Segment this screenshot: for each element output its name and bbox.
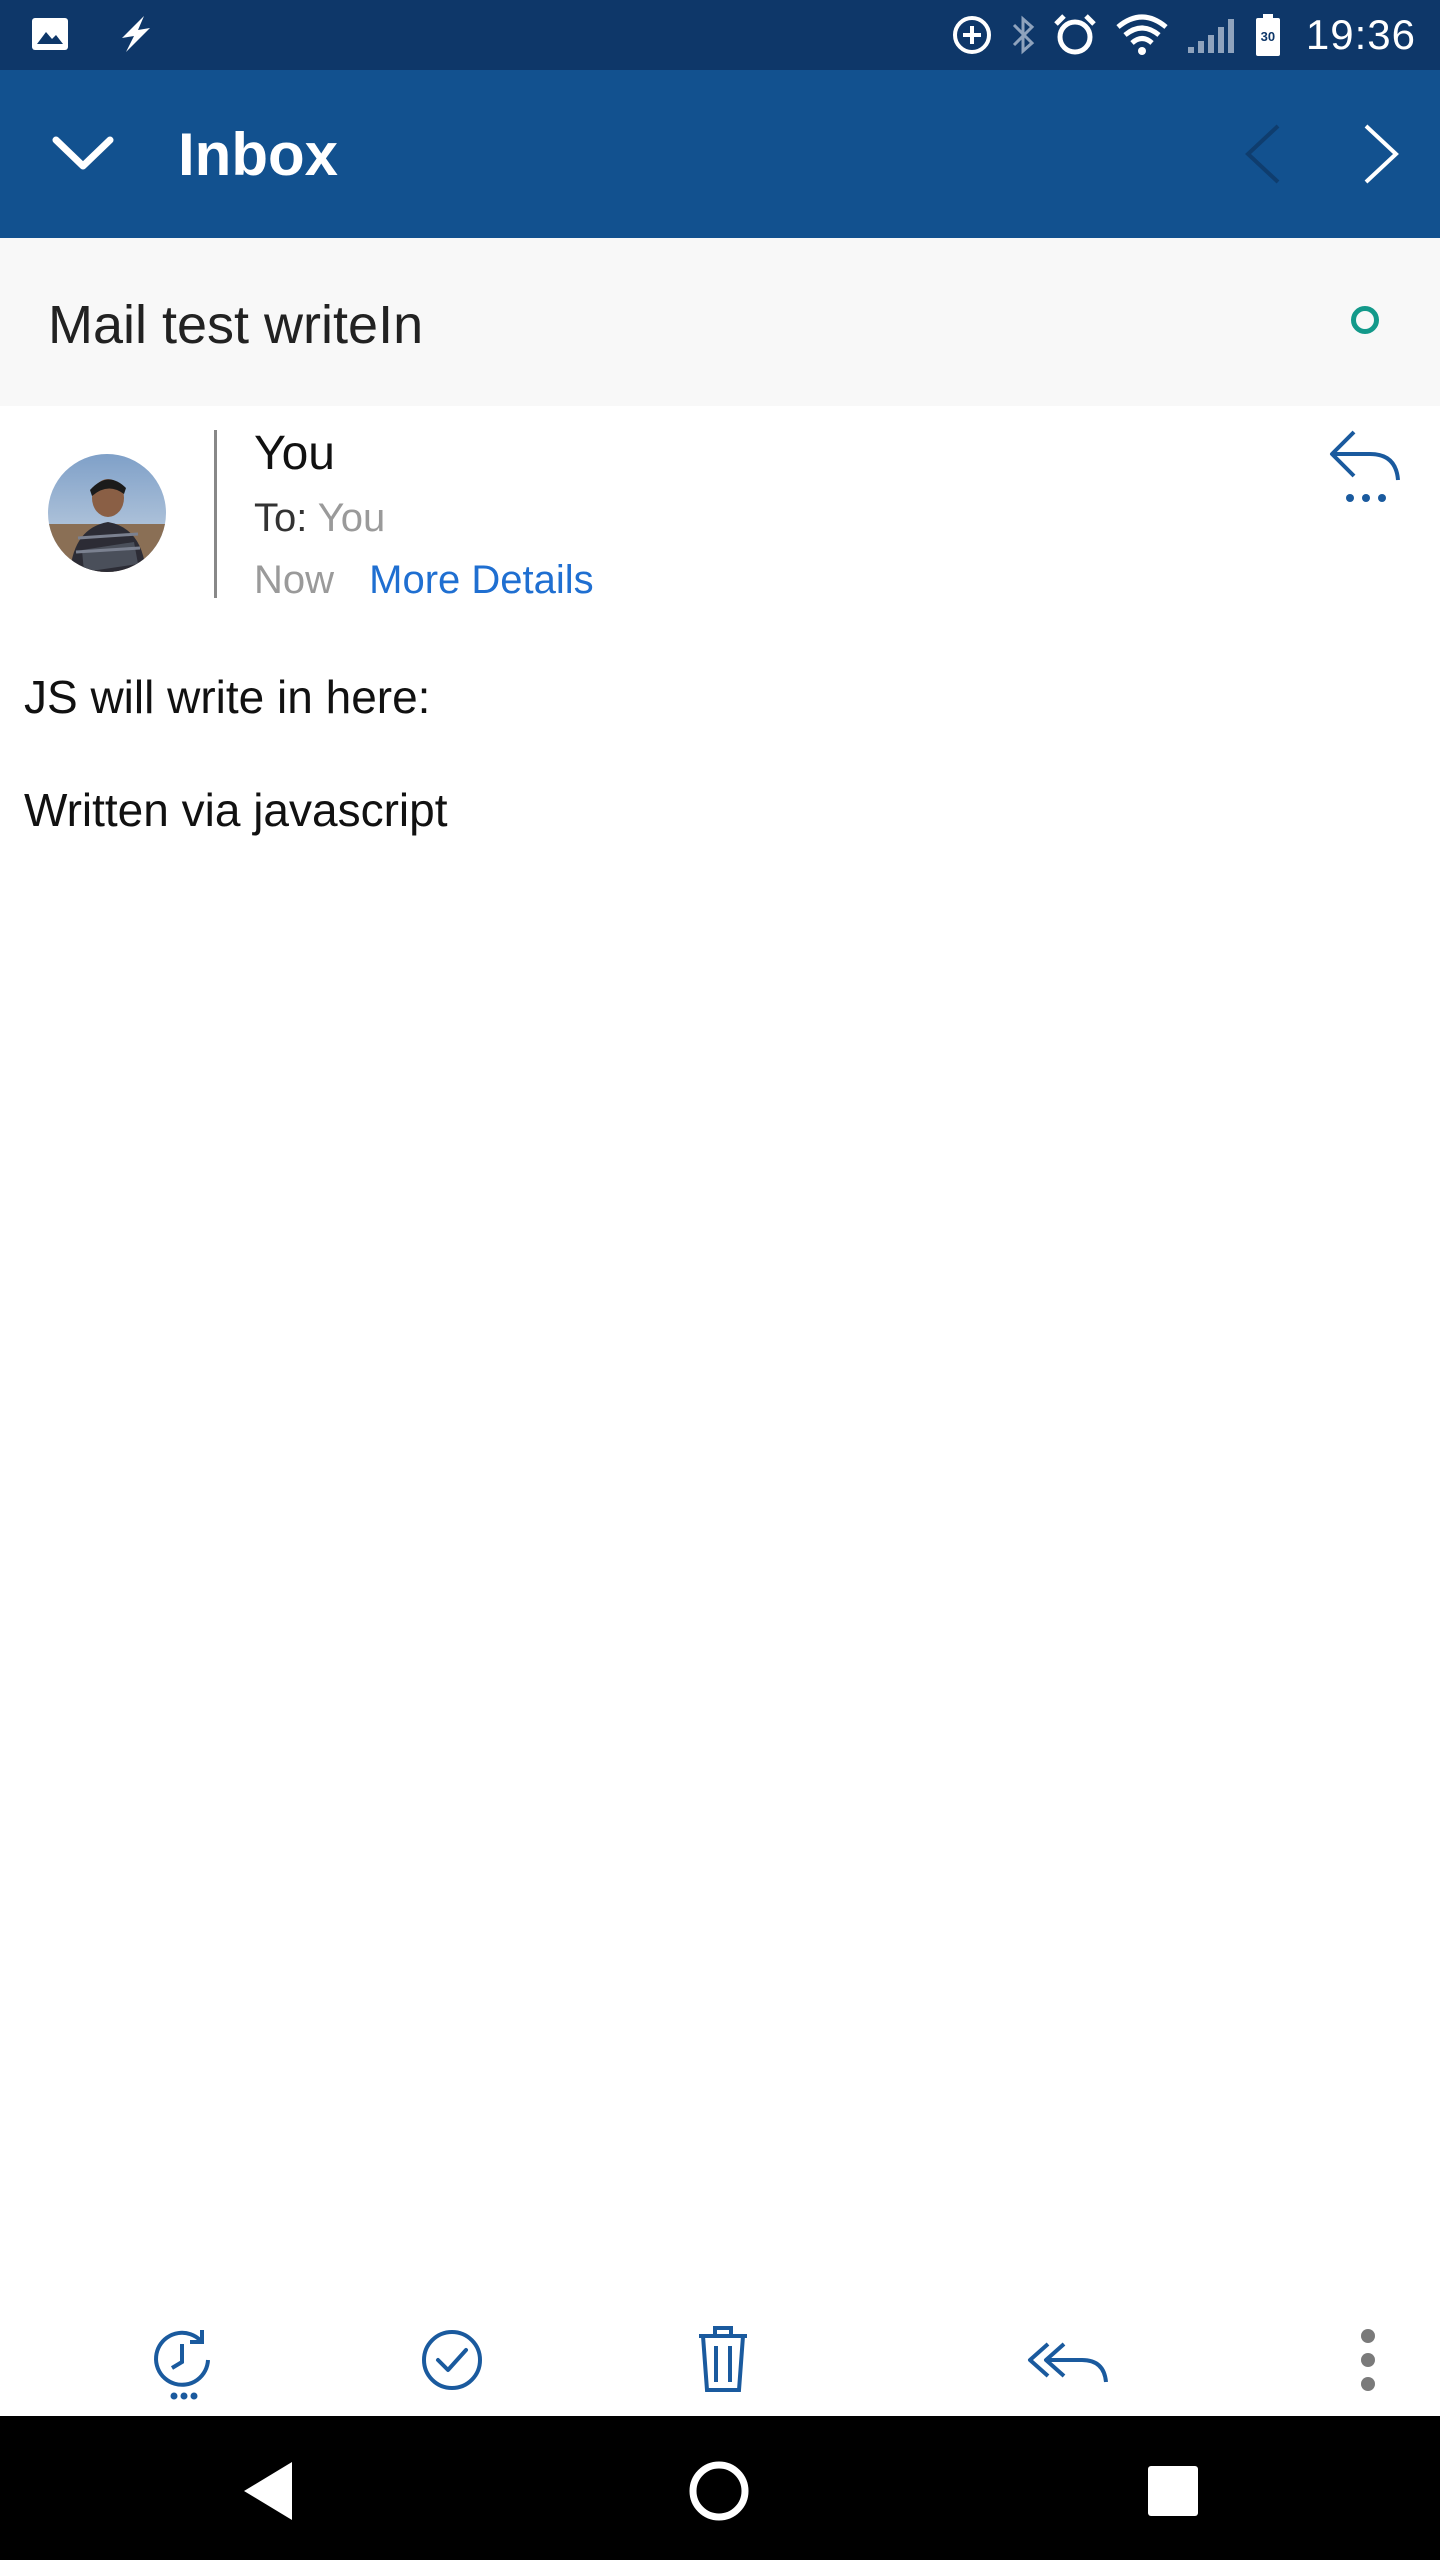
message-subject: Mail test writeIn (48, 295, 424, 355)
body-line: Written via javascript (24, 784, 448, 837)
header-divider (214, 430, 217, 598)
back-icon[interactable] (234, 2456, 304, 2526)
chevron-left-icon[interactable] (1240, 122, 1284, 186)
alarm-icon (1052, 12, 1098, 58)
subject-bar: Mail test writeIn (0, 238, 1440, 406)
message-header: You To: You Now More Details (0, 406, 1440, 626)
folder-title[interactable]: Inbox (178, 120, 338, 189)
unread-indicator-icon[interactable] (1351, 306, 1379, 334)
bluetooth-icon (1010, 13, 1036, 57)
home-icon[interactable] (684, 2456, 754, 2526)
status-time: 19:36 (1305, 11, 1416, 58)
chevron-down-icon[interactable] (50, 128, 116, 178)
reply-all-icon[interactable] (1024, 2320, 1108, 2400)
message-body: JS will write in here: Written via javas… (24, 670, 1414, 838)
avatar[interactable] (48, 454, 166, 572)
status-bar: 30 19:36 (0, 0, 1440, 70)
reply-options-icon[interactable] (1326, 426, 1406, 506)
data-saver-icon (950, 13, 994, 57)
more-options-icon[interactable] (1328, 2320, 1408, 2400)
navigation-bar (0, 2416, 1440, 2560)
date-line: Now More Details (254, 558, 594, 603)
chevron-right-icon[interactable] (1360, 122, 1404, 186)
wifi-icon (1114, 13, 1170, 57)
delete-icon[interactable] (683, 2320, 763, 2400)
recipients-line: To: You (254, 496, 385, 541)
more-details-link[interactable]: More Details (369, 558, 594, 602)
body-line: JS will write in here: (24, 671, 431, 723)
flash-icon (114, 14, 158, 54)
screen: 30 19:36 Inbox Mail test writeIn You To:… (0, 0, 1440, 2560)
action-toolbar (0, 2300, 1440, 2416)
battery-level: 30 (1260, 29, 1276, 44)
battery-icon: 30 (1254, 12, 1282, 58)
sender-name[interactable]: You (254, 426, 335, 481)
to-label: To: (254, 496, 308, 540)
snooze-icon[interactable] (144, 2320, 224, 2400)
recipient-name[interactable]: You (318, 496, 386, 540)
signal-icon (1186, 15, 1238, 55)
mark-done-icon[interactable] (412, 2320, 492, 2400)
recents-icon[interactable] (1138, 2456, 1208, 2526)
message-time: Now (254, 558, 335, 602)
image-icon (30, 14, 70, 54)
app-bar: Inbox (0, 70, 1440, 238)
